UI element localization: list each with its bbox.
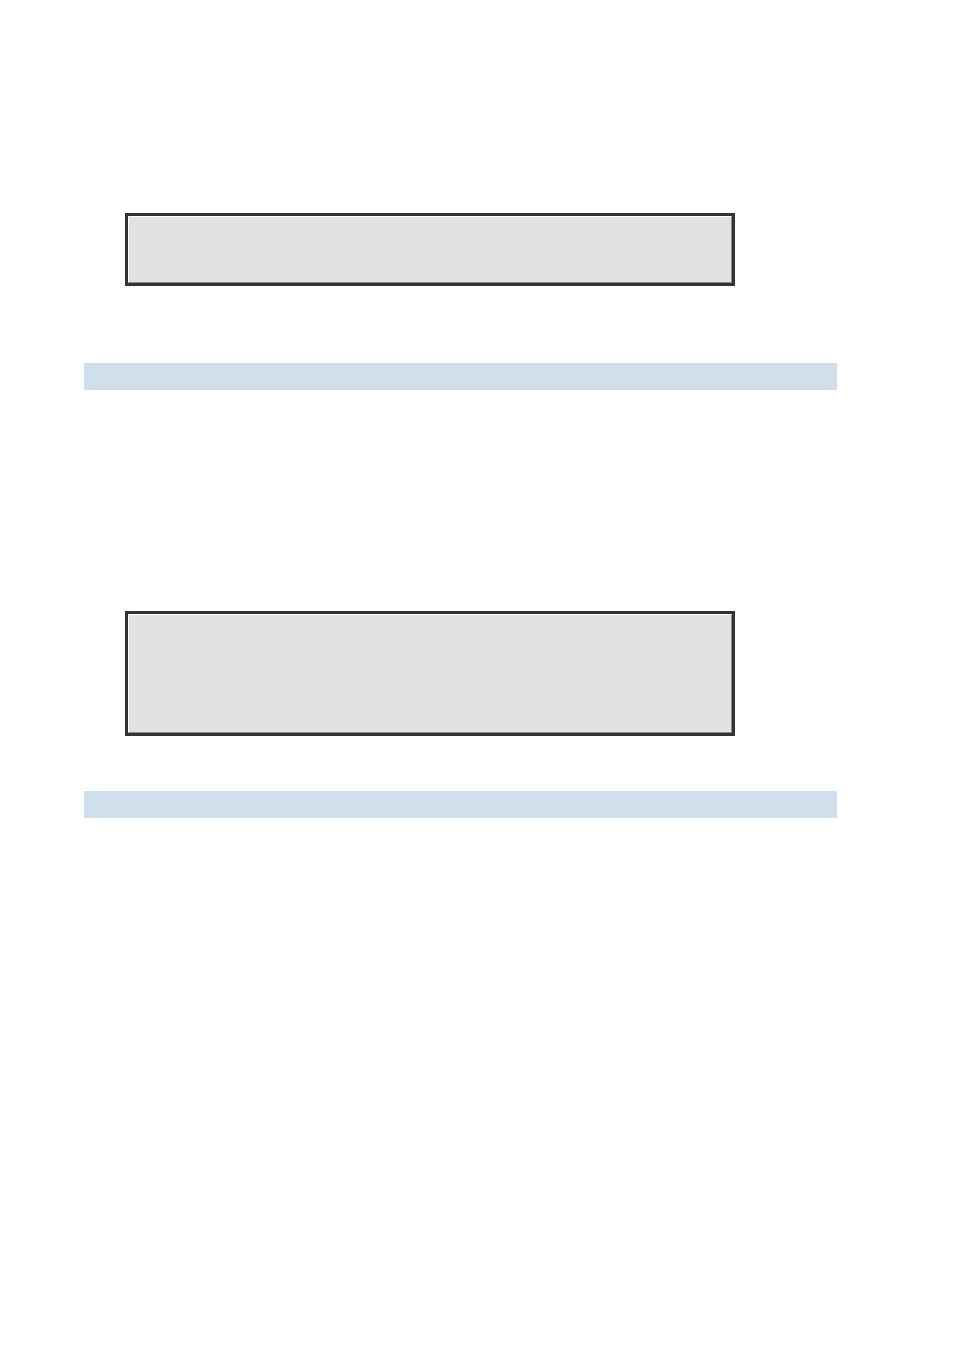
framed-panel-2	[125, 611, 735, 736]
highlight-bar-2	[84, 791, 837, 818]
highlight-bar-1	[84, 363, 837, 390]
framed-panel-1	[125, 213, 735, 286]
